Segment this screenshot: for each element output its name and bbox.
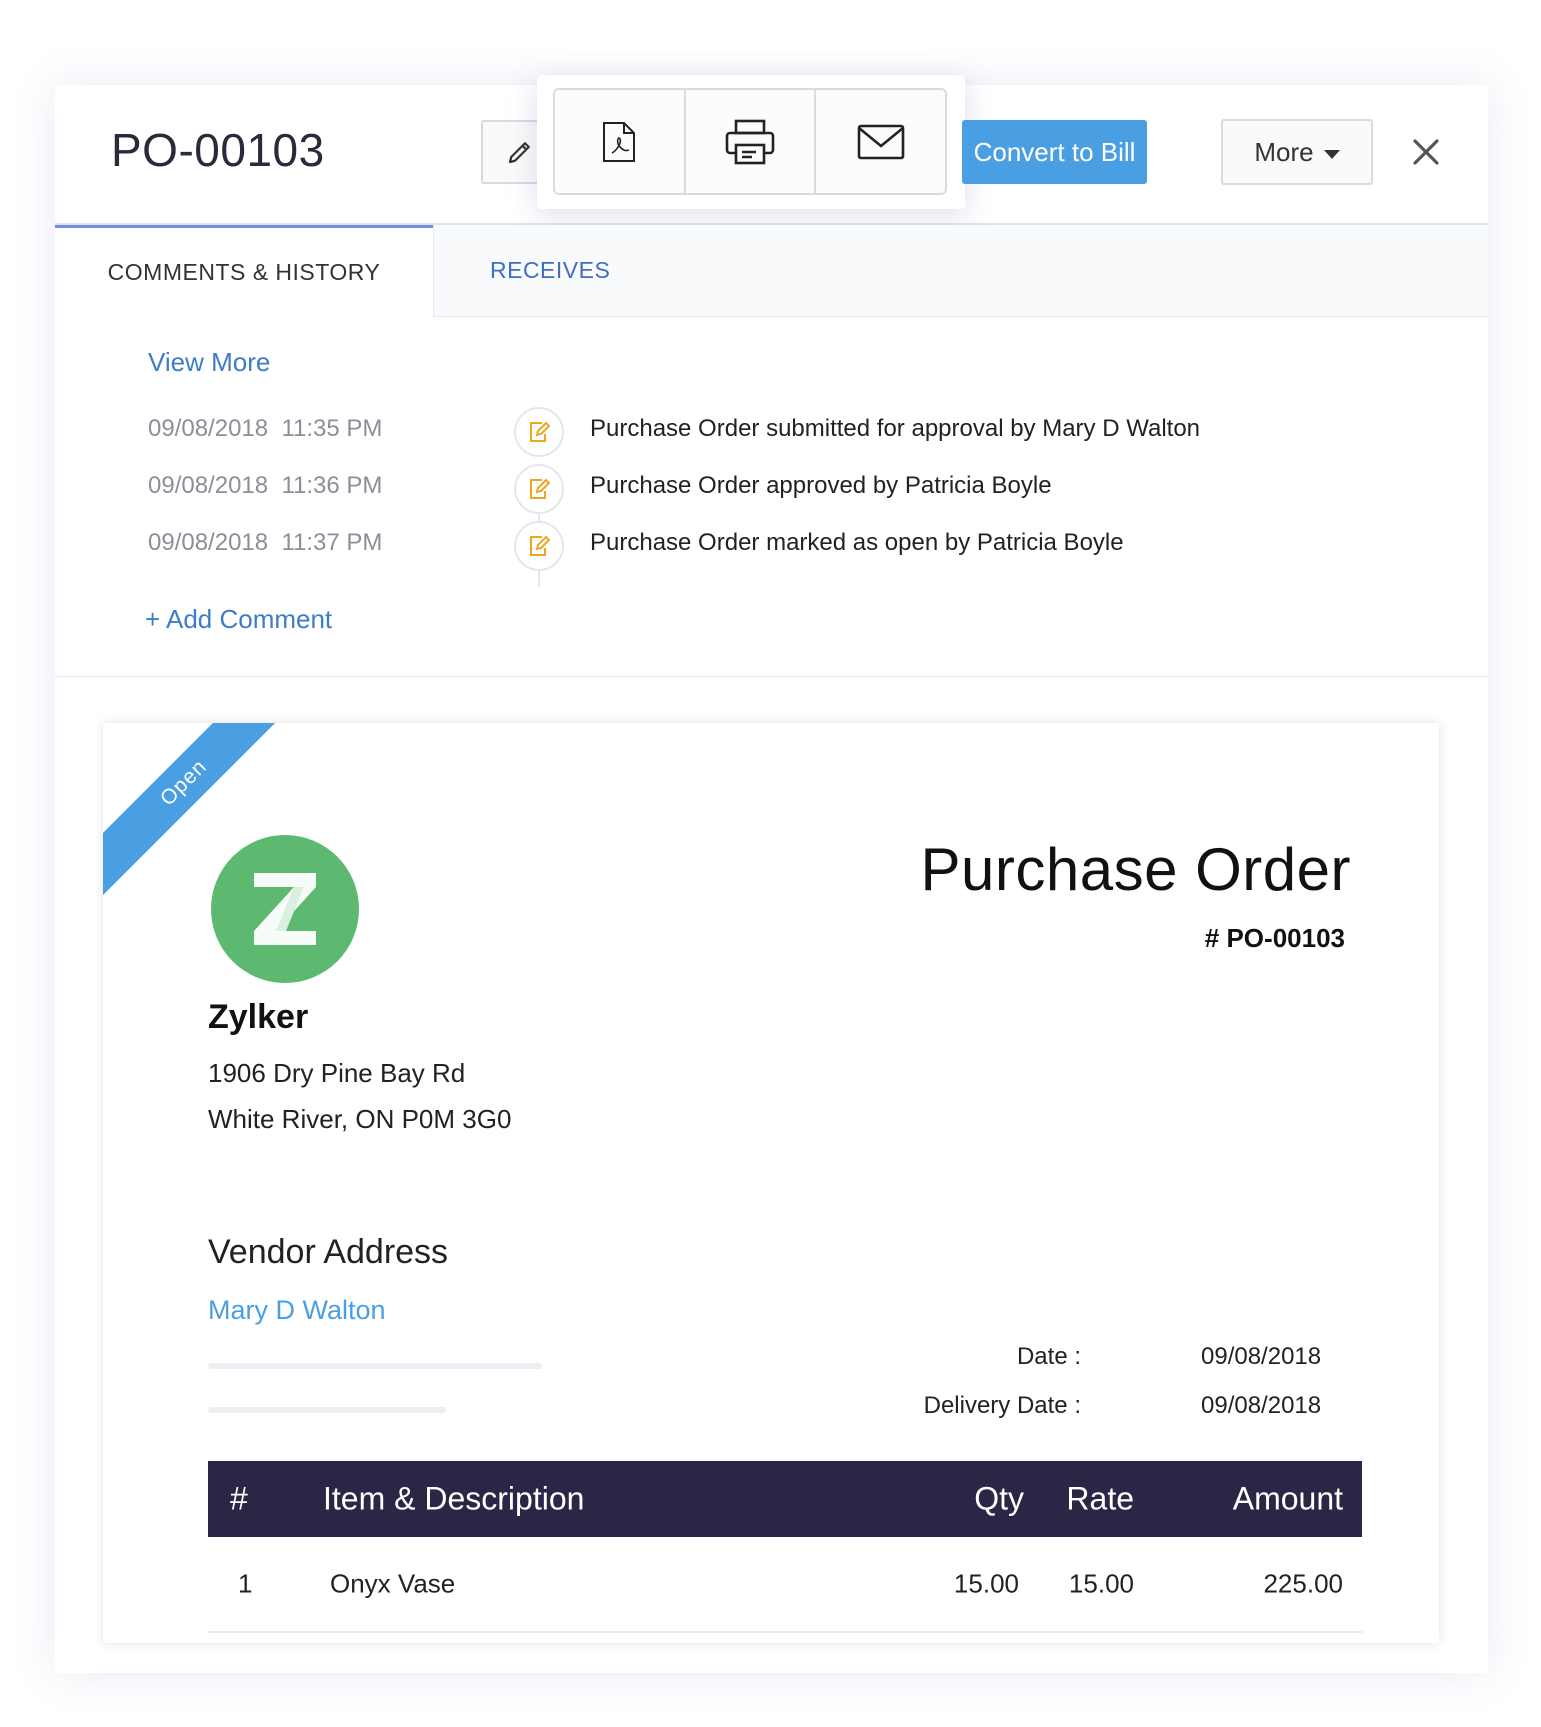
view-more-link[interactable]: View More (148, 347, 270, 378)
column-rate: Rate (1066, 1480, 1134, 1517)
add-comment-link[interactable]: + Add Comment (145, 604, 332, 635)
company-address-line1: 1906 Dry Pine Bay Rd (208, 1058, 466, 1088)
history-time: 09/08/2018 11:37 PM (148, 529, 383, 556)
header-bar: PO-00103 Convert to Bill More (55, 75, 1488, 225)
caret-down-icon (1323, 149, 1340, 159)
company-address-line2: White River, ON P0M 3G0 (208, 1104, 512, 1134)
document-number: # PO-00103 (1204, 923, 1345, 953)
vendor-address-placeholder (208, 1407, 446, 1413)
export-button-group (553, 88, 947, 195)
edit-pencil-icon (508, 142, 530, 164)
history-time: 09/08/2018 11:35 PM (148, 415, 383, 442)
history-panel: View More 09/08/2018 11:35 PM Purchase O… (55, 317, 1488, 677)
zylker-logo-icon (254, 873, 316, 945)
column-qty: Qty (974, 1480, 1024, 1517)
purchase-order-window: PO-00103 Convert to Bill More COMMENTS &… (55, 75, 1488, 1673)
close-button[interactable] (1407, 133, 1445, 171)
history-entry: 09/08/2018 11:35 PM Purchase Order submi… (55, 407, 1488, 457)
company-name: Zylker (208, 998, 309, 1036)
delivery-date-value: 09/08/2018 (1201, 1392, 1322, 1419)
history-text: Purchase Order submitted for approval by… (590, 415, 1201, 442)
pdf-icon (603, 121, 636, 162)
export-toolbar (537, 75, 965, 209)
column-amount: Amount (1232, 1480, 1343, 1517)
history-text: Purchase Order approved by Patricia Boyl… (590, 472, 1052, 499)
vendor-name-link[interactable]: Mary D Walton (208, 1295, 386, 1326)
print-icon (725, 119, 775, 164)
document-title: Purchase Order (920, 836, 1351, 903)
date-value: 09/08/2018 (1201, 1343, 1322, 1370)
table-row: 1 Onyx Vase 15.00 15.00 225.00 (208, 1537, 1362, 1633)
mail-icon (857, 124, 904, 159)
tab-receives[interactable]: RECEIVES (433, 225, 1488, 317)
purchase-order-document: Open Zylker 1906 Dry Pine Bay Rd White R… (103, 723, 1439, 1643)
more-label: More (1254, 136, 1314, 167)
convert-to-bill-button[interactable]: Convert to Bill (962, 120, 1147, 184)
row-amount: 225.00 (1263, 1568, 1343, 1599)
close-icon (1413, 139, 1439, 165)
company-logo (211, 835, 359, 983)
date-label: Date : (1016, 1343, 1081, 1370)
row-description: Onyx Vase (330, 1568, 456, 1599)
pdf-button[interactable] (555, 90, 686, 193)
tab-bar: COMMENTS & HISTORY RECEIVES (55, 225, 1488, 317)
row-rate: 15.00 (1068, 1568, 1134, 1599)
row-qty: 15.00 (953, 1568, 1019, 1599)
row-index: 1 (238, 1568, 253, 1599)
history-edit-icon (514, 521, 564, 571)
history-time: 09/08/2018 11:36 PM (148, 472, 383, 499)
page-title: PO-00103 (111, 124, 325, 176)
history-edit-icon (514, 407, 564, 457)
vendor-address-placeholder (208, 1363, 542, 1369)
delivery-date-label: Delivery Date : (923, 1392, 1081, 1419)
more-dropdown[interactable]: More (1221, 119, 1373, 185)
history-entry: 09/08/2018 11:37 PM Purchase Order marke… (55, 521, 1488, 571)
history-text: Purchase Order marked as open by Patrici… (590, 529, 1124, 556)
print-button[interactable] (685, 90, 817, 193)
items-table-header: # Item & Description Qty Rate Amount (208, 1461, 1362, 1537)
column-description: Item & Description (323, 1480, 585, 1517)
column-index: # (230, 1480, 248, 1517)
vendor-address-heading: Vendor Address (208, 1233, 449, 1271)
tab-comments-history[interactable]: COMMENTS & HISTORY (55, 225, 433, 317)
email-button[interactable] (816, 90, 945, 193)
history-edit-icon (514, 464, 564, 514)
history-entry: 09/08/2018 11:36 PM Purchase Order appro… (55, 464, 1488, 514)
